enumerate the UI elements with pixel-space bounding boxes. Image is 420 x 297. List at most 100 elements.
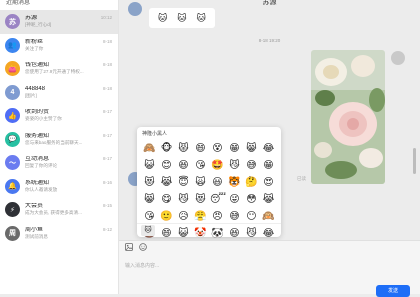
conversation-text: 收到的赞 姿姿的小主赞了你 (25, 109, 113, 122)
emoji-pack-tab[interactable]: 🐱 (141, 225, 155, 236)
emoji-item[interactable]: 😹 (159, 175, 174, 190)
emoji-item[interactable]: 😃 (210, 175, 225, 190)
emoji-item[interactable]: 😼 (176, 192, 191, 207)
conversation-preview: 关注了你 (25, 45, 44, 51)
conversation-item[interactable]: 周周小鱼 测试前消息 8-12 (0, 222, 118, 246)
conversation-name: 周小鱼 (25, 226, 44, 233)
conversation-time: 8-18 (102, 62, 112, 67)
conversation-name: 互动消息 (25, 156, 50, 163)
input-toolbar (119, 241, 420, 255)
emoji-item[interactable]: 😻 (142, 175, 157, 190)
emoji-item[interactable]: 😜 (227, 192, 242, 207)
emoji-item[interactable]: 🤔 (244, 175, 259, 190)
emoji-item[interactable]: 😴 (210, 192, 226, 207)
conversation-preview: [图片] (25, 92, 37, 98)
emoji-item[interactable]: 😹 (261, 192, 276, 207)
sticker-cat-1: 🐱 (157, 12, 168, 23)
emoji-item[interactable]: 🙉 (261, 209, 276, 224)
conversation-preview: 你认人邀请发放 (25, 186, 58, 192)
emoji-item[interactable]: 😅 (244, 158, 259, 173)
conversation-text: 钱包通知 您使用了27.9元开通了特权... (25, 62, 113, 75)
message-input[interactable]: 输入消息内容... (119, 255, 420, 276)
conversation-time: 8-15 (102, 203, 112, 208)
chat-title: 苏源 (262, 0, 277, 6)
conversation-text: 互动消息 回复了你的评论 (25, 156, 113, 169)
conversation-avatar: 💬 (5, 131, 20, 147)
emoji-item[interactable]: 😤 (193, 209, 208, 224)
emoji-item[interactable]: 😾 (176, 141, 191, 156)
conversation-item[interactable]: 💬 服务通知 您与来bao服务的当前聊天... 8-17 (0, 128, 118, 152)
emoji-item[interactable]: 🐯 (227, 175, 242, 190)
emoji-item[interactable]: 🙈 (142, 141, 157, 156)
emoji-item[interactable]: 😇 (176, 175, 191, 190)
conversation-preview: 您使用了27.9元开通了特权... (25, 69, 84, 75)
conversation-time: 8-17 (102, 109, 112, 114)
conversation-item[interactable]: 苏苏源 [神呢_行心d] 10:12 (0, 10, 118, 34)
chat-panel: 苏源 🐱 🐱 🐱 8-18 19:20 已读 神隆小黑人 🙈🐵😾😄😵� (119, 0, 420, 297)
conversation-avatar: 👥 (5, 37, 20, 53)
emoji-item[interactable]: 😁 (227, 141, 242, 156)
sticker-message: 🐱 🐱 🐱 (149, 8, 215, 28)
emoji-item[interactable]: 🙂 (159, 209, 174, 224)
emoji-item[interactable]: 😶 (244, 209, 259, 224)
conversation-text: 448848 [图片] (25, 86, 113, 99)
conversation-name: 收到的赞 (25, 109, 50, 116)
emoji-item[interactable]: 😁 (261, 158, 276, 173)
conversation-item[interactable]: 🔔 系统通知 你认人邀请发放 8-16 (0, 175, 118, 199)
emoji-item[interactable]: 😻 (193, 192, 208, 207)
emoji-item[interactable]: 😂 (261, 141, 276, 156)
chat-scrollbar[interactable] (413, 148, 416, 174)
emoji-item[interactable]: 😊 (159, 158, 174, 173)
emoji-item[interactable]: 😅 (227, 209, 242, 224)
contact-avatar[interactable] (128, 2, 142, 16)
conversation-avatar: ⚡ (5, 202, 20, 218)
image-message[interactable] (311, 50, 385, 184)
emoji-item[interactable]: 🐵 (159, 141, 174, 156)
conversation-item[interactable]: 4 448848 [图片] 8-18 (0, 81, 118, 105)
conversation-text: 服务通知 您与来bao服务的当前聊天... (25, 133, 113, 146)
image-icon[interactable] (125, 243, 133, 253)
emoji-item[interactable]: 😘 (142, 209, 157, 224)
emoji-item[interactable]: 😠 (210, 209, 225, 224)
emoji-item[interactable]: 😸 (142, 192, 157, 207)
conversation-text: 大会员 成为大会员, 获得更多高清... (25, 203, 113, 216)
conversation-avatar: 4 (5, 84, 20, 100)
time-divider: 8-18 19:20 (258, 38, 281, 43)
conversation-item[interactable]: 👥 新粉丝 关注了你 8-18 (0, 34, 118, 58)
emoji-pack-tabs: 🐱 (137, 223, 281, 237)
conversation-time: 8-18 (102, 85, 112, 91)
conversation-item[interactable]: 👛 钱包通知 您使用了27.9元开通了特权... 8-18 (0, 57, 118, 81)
emoji-item[interactable]: 🙀 (193, 175, 208, 190)
conversation-item[interactable]: ⚡ 大会员 成为大会员, 获得更多高清... 8-15 (0, 198, 118, 222)
conversation-preview: [神呢_行心d] (25, 22, 52, 28)
sticker-cat-3: 🐱 (196, 12, 207, 23)
emoji-item[interactable]: 😆 (176, 158, 191, 173)
emoji-item[interactable]: 🤩 (210, 158, 225, 173)
conversation-text: 系统通知 你认人邀请发放 (25, 180, 113, 193)
message-input-area: 输入消息内容... 发送 (119, 240, 420, 297)
emoji-item[interactable]: 😸 (244, 141, 259, 156)
emoji-item[interactable]: 😳 (244, 192, 259, 207)
conversation-avatar: 🔔 (5, 178, 20, 194)
conversation-preview: 您与来bao服务的当前聊天... (25, 139, 83, 145)
emoji-item[interactable]: 😋 (159, 192, 174, 207)
emoji-item[interactable]: 😺 (142, 158, 157, 173)
conversation-name: 新粉丝 (25, 38, 44, 45)
conversation-item[interactable]: 👍 收到的赞 姿姿的小主赞了你 8-17 (0, 104, 118, 128)
emoji-item[interactable]: 😼 (227, 158, 242, 173)
emoji-item[interactable]: 😵 (210, 141, 225, 156)
emoji-picker: 神隆小黑人 🙈 🐵 😾 😄 😵 😁 😸 😂 😺 😊 😆 😘 🤩 😼 😅 😁 😻 😹 😇 🙀 😃 🐯 🤔 😍 😸 😋 😼 😻 😴 😜 😳 😹 😘 🙂… (137, 127, 281, 239)
send-button[interactable]: 发送 (376, 285, 410, 297)
conversation-item[interactable]: 〜互动消息 回复了你的评论 8-17 (0, 151, 118, 175)
emoji-icon[interactable] (139, 243, 147, 253)
emoji-item[interactable]: 😥 (176, 209, 191, 224)
emoji-item[interactable]: 😍 (261, 175, 276, 190)
emoji-item[interactable]: 😘 (193, 158, 208, 173)
emoji-item[interactable]: 😄 (193, 141, 208, 156)
conversation-time: 8-17 (102, 132, 112, 138)
conversation-name: 系统通知 (25, 179, 50, 186)
sidebar-header: 近期消息 (6, 0, 31, 6)
conversation-time: 10:12 (100, 15, 112, 20)
sticker-cat-2: 🐱 (177, 12, 187, 23)
my-avatar[interactable] (391, 51, 405, 65)
